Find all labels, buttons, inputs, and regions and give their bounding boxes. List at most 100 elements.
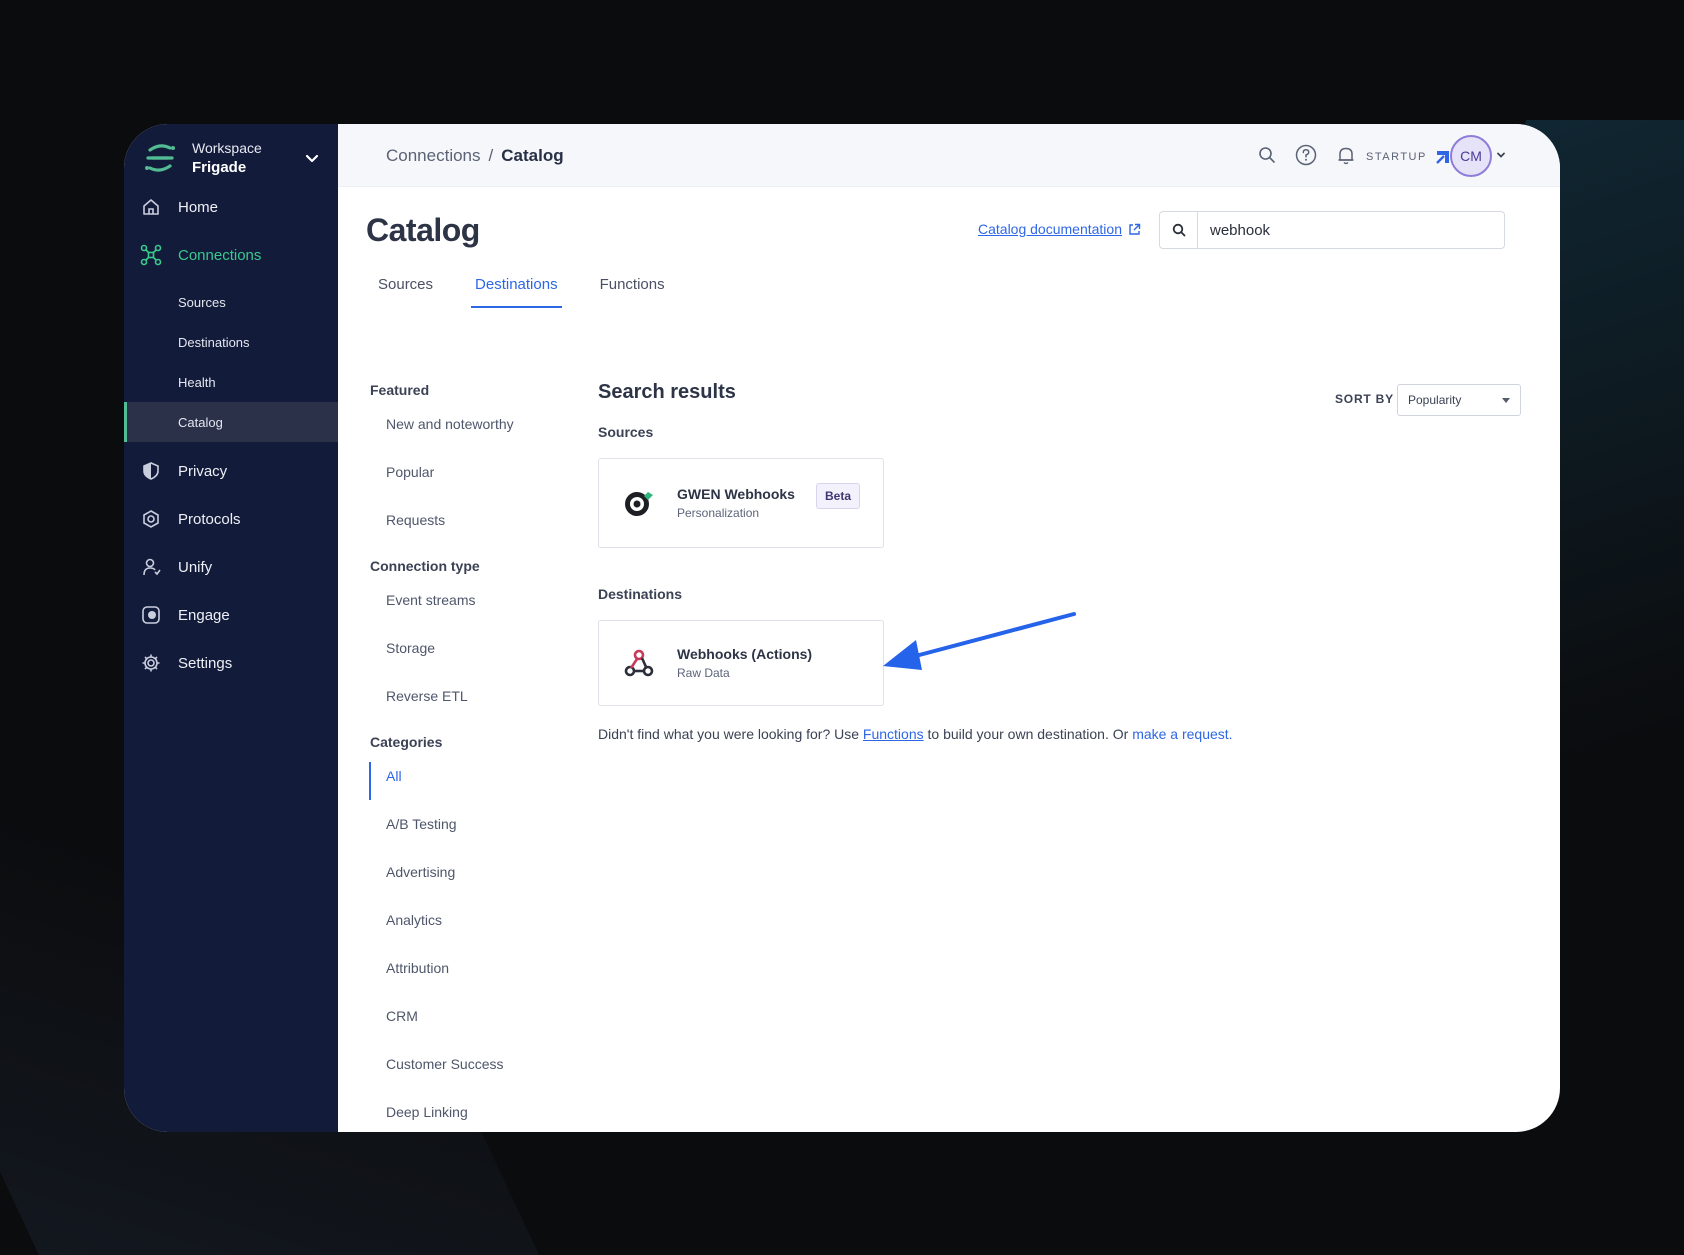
sort-by-label: SORT BY bbox=[1335, 392, 1394, 406]
sidebar-subitem-label: Destinations bbox=[178, 334, 250, 350]
filter-item[interactable]: Event streams bbox=[386, 592, 475, 608]
functions-link[interactable]: Functions bbox=[863, 726, 924, 742]
filter-item[interactable]: Reverse ETL bbox=[386, 688, 468, 704]
sidebar-subitem-sources[interactable]: Sources bbox=[124, 282, 338, 322]
search-icon bbox=[1160, 212, 1198, 248]
card-name: Webhooks (Actions) bbox=[677, 646, 813, 662]
filter-heading-connection-type: Connection type bbox=[370, 558, 480, 574]
sidebar-subitem-label: Catalog bbox=[178, 414, 223, 430]
active-filter-indicator bbox=[369, 762, 371, 800]
sidebar-item-label: Connections bbox=[178, 246, 262, 264]
sidebar-subitem-label: Health bbox=[178, 374, 216, 390]
sidebar-subitem-health[interactable]: Health bbox=[124, 362, 338, 402]
sidebar-item-label: Settings bbox=[178, 654, 233, 672]
tab-functions[interactable]: Functions bbox=[596, 270, 669, 308]
destination-card-webhooks-actions[interactable]: Webhooks (Actions) Raw Data bbox=[598, 620, 884, 706]
main-content: Connections / Catalog STARTUP CM Catalog C… bbox=[338, 124, 1560, 1132]
filter-item[interactable]: New and noteworthy bbox=[386, 416, 514, 432]
plan-label: STARTUP bbox=[1366, 151, 1427, 163]
top-bar: Connections / Catalog STARTUP CM bbox=[338, 124, 1560, 187]
avatar[interactable]: CM bbox=[1450, 135, 1492, 177]
filter-item[interactable]: Popular bbox=[386, 464, 434, 480]
breadcrumb-current: Catalog bbox=[501, 146, 564, 165]
beta-badge: Beta bbox=[816, 483, 861, 509]
catalog-documentation-link[interactable]: Catalog documentation bbox=[978, 221, 1141, 237]
search-results-title: Search results bbox=[598, 381, 736, 403]
filter-item[interactable]: Analytics bbox=[386, 912, 442, 928]
sidebar-item-protocols[interactable]: Protocols bbox=[124, 499, 338, 539]
card-category: Personalization bbox=[677, 506, 760, 520]
sidebar-item-unify[interactable]: Unify bbox=[124, 547, 338, 587]
filter-item[interactable]: A/B Testing bbox=[386, 816, 457, 832]
segment-logo-icon bbox=[145, 144, 175, 172]
annotation-arrow bbox=[883, 612, 1076, 670]
sidebar-item-privacy[interactable]: Privacy bbox=[124, 451, 338, 491]
sidebar-item-label: Unify bbox=[178, 558, 213, 576]
page-title: Catalog bbox=[366, 212, 480, 248]
sidebar-item-label: Home bbox=[178, 198, 219, 216]
avatar-initials: CM bbox=[1460, 148, 1482, 164]
filter-item[interactable]: Attribution bbox=[386, 960, 449, 976]
catalog-tabs: Sources Destinations Functions bbox=[374, 270, 703, 308]
chevron-down-icon[interactable] bbox=[304, 150, 320, 166]
protocols-icon bbox=[140, 508, 162, 530]
sidebar: Workspace Frigade Home Connections Sourc… bbox=[124, 124, 338, 1132]
filter-item[interactable]: Customer Success bbox=[386, 1056, 503, 1072]
caret-down-icon bbox=[1502, 398, 1510, 403]
tab-sources[interactable]: Sources bbox=[374, 270, 437, 308]
sidebar-item-engage[interactable]: Engage bbox=[124, 595, 338, 635]
sidebar-item-settings[interactable]: Settings bbox=[124, 643, 338, 683]
unify-icon bbox=[140, 556, 162, 578]
home-icon bbox=[140, 196, 162, 218]
source-card-gwen-webhooks[interactable]: GWEN Webhooks Personalization Beta bbox=[598, 458, 884, 548]
filter-item-all[interactable]: All bbox=[386, 768, 402, 784]
make-request-link[interactable]: make a request. bbox=[1132, 726, 1232, 742]
shield-icon bbox=[140, 460, 162, 482]
doc-link-label: Catalog documentation bbox=[978, 221, 1122, 237]
results-sources-heading: Sources bbox=[598, 424, 654, 440]
connections-icon bbox=[140, 244, 162, 266]
breadcrumb: Connections / Catalog bbox=[386, 146, 564, 166]
chevron-down-icon[interactable] bbox=[1496, 150, 1506, 160]
footnote-text: Didn't find what you were looking for? U… bbox=[598, 726, 863, 742]
bell-icon[interactable] bbox=[1335, 144, 1357, 166]
sort-select[interactable]: Popularity bbox=[1397, 384, 1521, 416]
filter-item[interactable]: Deep Linking bbox=[386, 1104, 468, 1120]
workspace-name: Frigade bbox=[192, 159, 247, 176]
breadcrumb-connections[interactable]: Connections bbox=[386, 146, 481, 165]
sidebar-item-home[interactable]: Home bbox=[124, 187, 338, 227]
sidebar-item-label: Engage bbox=[178, 606, 230, 624]
filter-item[interactable]: CRM bbox=[386, 1008, 418, 1024]
filter-heading-categories: Categories bbox=[370, 734, 443, 750]
help-icon[interactable] bbox=[1295, 144, 1317, 166]
sidebar-item-label: Protocols bbox=[178, 510, 241, 528]
search-icon[interactable] bbox=[1256, 144, 1278, 166]
upgrade-icon bbox=[1435, 151, 1449, 164]
workspace-label: Workspace bbox=[192, 140, 262, 156]
filter-item[interactable]: Requests bbox=[386, 512, 445, 528]
not-found-message: Didn't find what you were looking for? U… bbox=[598, 726, 1233, 742]
filter-item[interactable]: Storage bbox=[386, 640, 435, 656]
card-name: GWEN Webhooks bbox=[677, 486, 795, 502]
sidebar-subitem-catalog[interactable]: Catalog bbox=[124, 402, 338, 442]
plan-badge: STARTUP bbox=[1366, 149, 1451, 165]
breadcrumb-separator: / bbox=[488, 146, 494, 165]
sidebar-subitem-label: Sources bbox=[178, 294, 226, 310]
webhook-logo-icon bbox=[621, 645, 657, 681]
gwen-logo-icon bbox=[621, 485, 657, 521]
results-destinations-heading: Destinations bbox=[598, 586, 683, 602]
gear-icon bbox=[140, 652, 162, 674]
search-input[interactable] bbox=[1198, 221, 1488, 239]
catalog-search bbox=[1159, 211, 1505, 249]
sort-value: Popularity bbox=[1408, 393, 1462, 407]
tab-destinations[interactable]: Destinations bbox=[471, 270, 562, 308]
sidebar-item-connections[interactable]: Connections bbox=[124, 235, 338, 275]
card-category: Raw Data bbox=[677, 666, 730, 680]
filter-item[interactable]: Advertising bbox=[386, 864, 455, 880]
filter-heading-featured: Featured bbox=[370, 382, 430, 398]
sidebar-item-label: Privacy bbox=[178, 462, 228, 480]
sidebar-subitem-destinations[interactable]: Destinations bbox=[124, 322, 338, 362]
workspace-switcher[interactable]: Workspace Frigade bbox=[142, 134, 332, 182]
external-link-icon bbox=[1129, 223, 1141, 235]
engage-icon bbox=[140, 604, 162, 626]
